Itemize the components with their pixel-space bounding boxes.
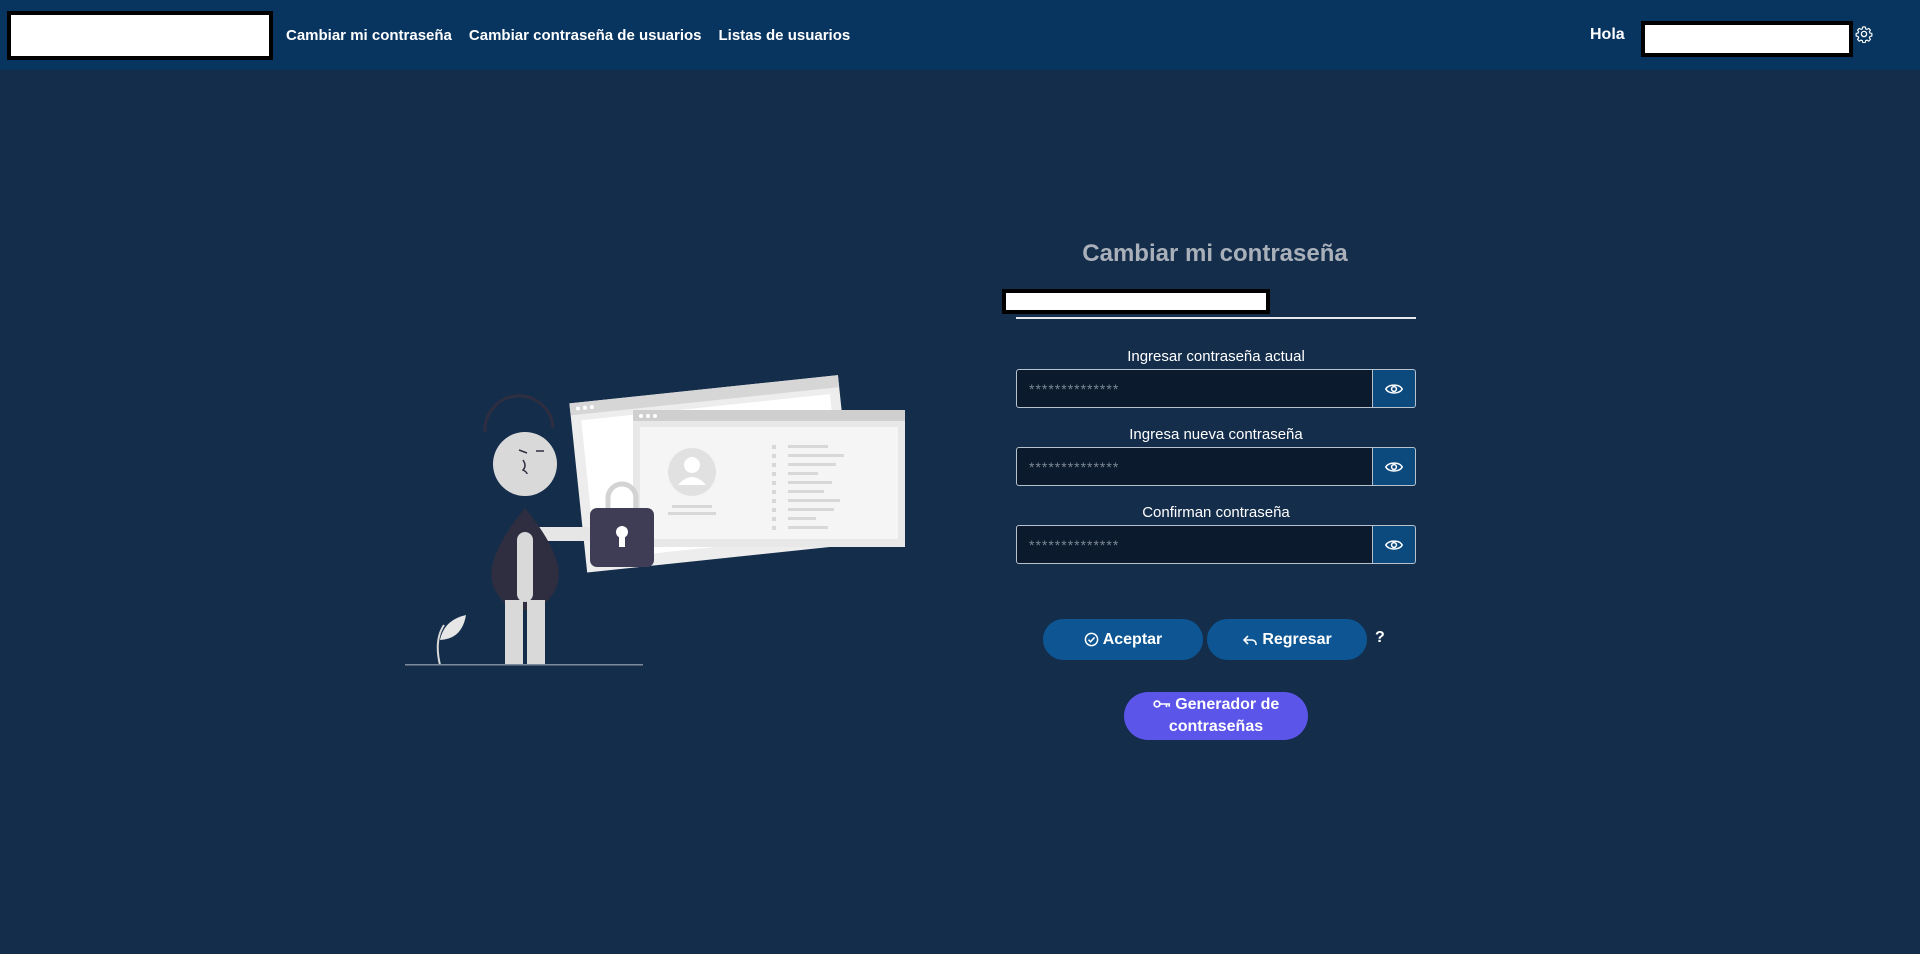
current-password-group [1016,369,1416,408]
current-password-label: Ingresar contraseña actual [1127,348,1305,365]
logo-redacted[interactable] [7,11,273,60]
new-password-label: Ingresa nueva contraseña [1129,426,1303,443]
toggle-new-password-button[interactable] [1373,447,1416,486]
page-title: Cambiar mi contraseña [1082,240,1348,267]
back-button[interactable]: Regresar [1207,619,1367,660]
confirm-password-label: Confirman contraseña [1142,504,1290,521]
current-password-input[interactable] [1016,369,1373,408]
toggle-confirm-password-button[interactable] [1373,525,1416,564]
undo-arrow-icon [1243,634,1258,645]
check-circle-icon [1084,632,1099,647]
toggle-current-password-button[interactable] [1373,369,1416,408]
nav-links: Cambiar mi contraseña Cambiar contraseña… [286,0,850,70]
new-password-group [1016,447,1416,486]
top-navbar: Cambiar mi contraseña Cambiar contraseña… [0,0,1920,70]
security-illustration [405,375,905,666]
username-redacted [1641,21,1853,57]
eye-icon [1385,539,1403,550]
plant-decoration [436,615,466,666]
key-icon [1153,700,1170,708]
greeting-text: Hola [1590,26,1625,43]
front-browser-window [633,410,905,547]
confirm-password-group [1016,525,1416,564]
password-generator-label: Generador de contraseñas [1168,696,1280,735]
back-button-label: Regresar [1262,630,1332,648]
password-generator-button[interactable]: Generador de contraseñas [1124,692,1308,740]
eye-icon [1385,383,1403,394]
help-link[interactable]: ? [1375,629,1385,647]
title-divider [1016,317,1416,319]
confirm-password-input[interactable] [1016,525,1373,564]
nav-link-user-lists[interactable]: Listas de usuarios [719,27,851,44]
gear-icon[interactable] [1855,25,1873,43]
accept-button[interactable]: Aceptar [1043,619,1203,660]
accept-button-label: Aceptar [1102,630,1163,648]
eye-icon [1385,461,1403,472]
new-password-input[interactable] [1016,447,1373,486]
nav-link-change-user-passwords[interactable]: Cambiar contraseña de usuarios [469,27,702,44]
account-name-redacted [1002,289,1270,314]
nav-link-change-my-password[interactable]: Cambiar mi contraseña [286,27,452,44]
